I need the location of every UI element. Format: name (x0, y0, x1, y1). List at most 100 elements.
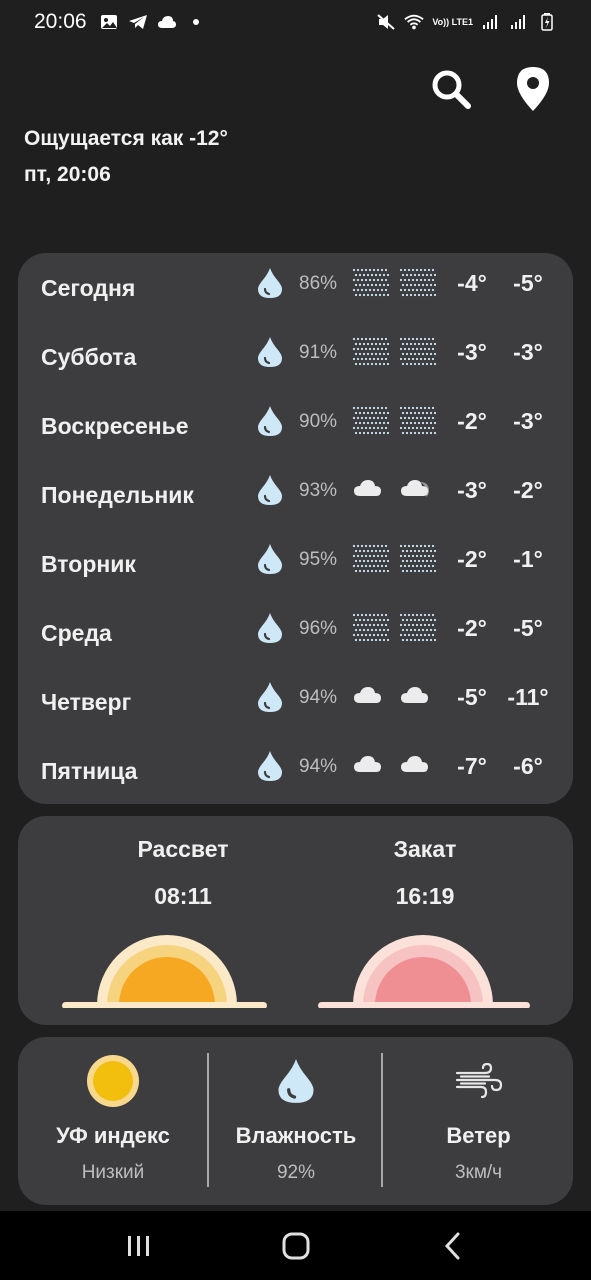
uv-title: УФ индекс (56, 1123, 170, 1148)
snow-icon (398, 543, 438, 573)
forecast-row: Вторник 95% -2° -1° (18, 529, 573, 598)
forecast-row: Суббота 91% -3° -3° (18, 322, 573, 391)
battery-icon (537, 13, 557, 31)
back-button[interactable] (423, 1221, 483, 1271)
snow-icon (398, 336, 438, 366)
humidity-drop-icon (257, 612, 283, 644)
search-icon (432, 70, 471, 109)
forecast-row: Сегодня 86% -4° -5° (18, 253, 573, 322)
forecast-row: Среда 96% -2° -5° (18, 598, 573, 667)
wind-block: Ветер 3км/ч (384, 1037, 573, 1205)
sunset-icon (318, 935, 530, 1008)
sunrise-label: Рассвет (137, 836, 229, 862)
humidity-drop-icon (257, 543, 283, 575)
forecast-row: Четверг 94% -5° -11° (18, 667, 573, 736)
forecast-humidity: 91% (299, 342, 338, 363)
feels-like-text: Ощущается как -12° (24, 127, 228, 150)
back-icon (444, 1232, 459, 1259)
signal-icon-2 (509, 13, 529, 31)
sunrise-block: Рассвет 08:11 (83, 836, 283, 910)
signal-icon (481, 13, 501, 31)
cloud-icon (398, 750, 438, 780)
forecast-humidity: 94% (299, 687, 338, 708)
forecast-temp-day: -2° (457, 615, 487, 641)
snow-icon (351, 612, 391, 642)
forecast-day: Суббота (41, 344, 137, 370)
sunrise-icon (62, 935, 267, 1008)
forecast-day: Четверг (41, 689, 132, 715)
cloud-moon-icon (398, 474, 438, 504)
wind-value: 3км/ч (454, 1162, 503, 1183)
home-button[interactable] (266, 1221, 326, 1271)
humidity-value: 92% (276, 1162, 316, 1183)
snow-icon (398, 267, 438, 297)
snow-icon (351, 267, 391, 297)
home-icon (282, 1232, 309, 1259)
humidity-drop-icon (257, 474, 283, 506)
sunrise-time: 08:11 (154, 883, 212, 909)
divider (381, 1053, 383, 1187)
wifi-icon (404, 13, 424, 31)
telegram-icon (128, 13, 148, 31)
status-bar: 20:06 Vo)) LTE1 (0, 0, 591, 44)
forecast-humidity: 86% (299, 273, 338, 294)
humidity-drop-icon (268, 1053, 324, 1109)
dot-icon (186, 13, 206, 31)
forecast-humidity: 96% (299, 618, 338, 639)
forecast-day: Понедельник (41, 482, 194, 508)
humidity-title: Влажность (235, 1123, 357, 1148)
cloud-icon (398, 681, 438, 711)
location-button[interactable] (511, 66, 555, 112)
sunset-block: Закат 16:19 (325, 836, 525, 910)
navigation-bar (0, 1211, 591, 1280)
sun-card: Рассвет 08:11 Закат 16:19 (18, 816, 573, 1025)
forecast-day: Среда (41, 620, 112, 646)
forecast-row: Понедельник 93% -3° -2° (18, 460, 573, 529)
search-button[interactable] (429, 66, 473, 112)
forecast-humidity: 94% (299, 756, 338, 777)
uv-value: Низкий (81, 1162, 145, 1183)
forecast-temp-day: -3° (457, 339, 487, 365)
sunset-label: Закат (393, 836, 457, 862)
humidity-drop-icon (257, 405, 283, 437)
forecast-day: Вторник (41, 551, 136, 577)
info-card: УФ индекс Низкий Влажность 92% Ветер 3км… (18, 1037, 573, 1205)
cloud-status-icon (157, 13, 177, 31)
forecast-humidity: 93% (299, 480, 338, 501)
divider (207, 1053, 209, 1187)
forecast-temp-night: -6° (513, 753, 543, 779)
forecast-row: Воскресенье 90% -2° -3° (18, 391, 573, 460)
forecast-humidity: 90% (299, 411, 338, 432)
snow-icon (398, 405, 438, 435)
gallery-icon (99, 13, 119, 31)
snow-icon (351, 543, 391, 573)
cloud-icon (351, 681, 391, 711)
uv-block: УФ индекс Низкий (18, 1037, 208, 1205)
humidity-drop-icon (257, 336, 283, 368)
forecast-temp-night: -2° (513, 477, 543, 503)
uv-sun-icon (85, 1053, 141, 1109)
forecast-temp-night: -5° (513, 270, 543, 296)
status-time: 20:06 (34, 10, 87, 33)
recent-apps-button[interactable] (109, 1221, 169, 1271)
humidity-drop-icon (257, 267, 283, 299)
snow-icon (351, 336, 391, 366)
current-datetime: пт, 20:06 (24, 163, 111, 186)
wind-icon (451, 1053, 507, 1109)
cloud-icon (351, 750, 391, 780)
forecast-temp-night: -3° (513, 408, 543, 434)
recent-apps-icon (127, 1235, 149, 1256)
location-pin-icon (517, 67, 549, 111)
sunset-time: 16:19 (395, 883, 455, 909)
forecast-temp-night: -5° (513, 615, 543, 641)
forecast-temp-night: -11° (507, 684, 549, 710)
forecast-day: Воскресенье (41, 413, 189, 439)
mute-icon (376, 13, 396, 31)
forecast-card: Сегодня 86% -4° -5° Суббота 91% -3° -3° Воскресе… (18, 253, 573, 804)
forecast-temp-day: -5° (457, 684, 487, 710)
forecast-temp-night: -1° (513, 546, 543, 572)
humidity-block: Влажность 92% (210, 1037, 382, 1205)
network-label: Vo)) LTE1 (432, 16, 473, 27)
forecast-temp-day: -2° (457, 408, 487, 434)
humidity-drop-icon (257, 681, 283, 713)
